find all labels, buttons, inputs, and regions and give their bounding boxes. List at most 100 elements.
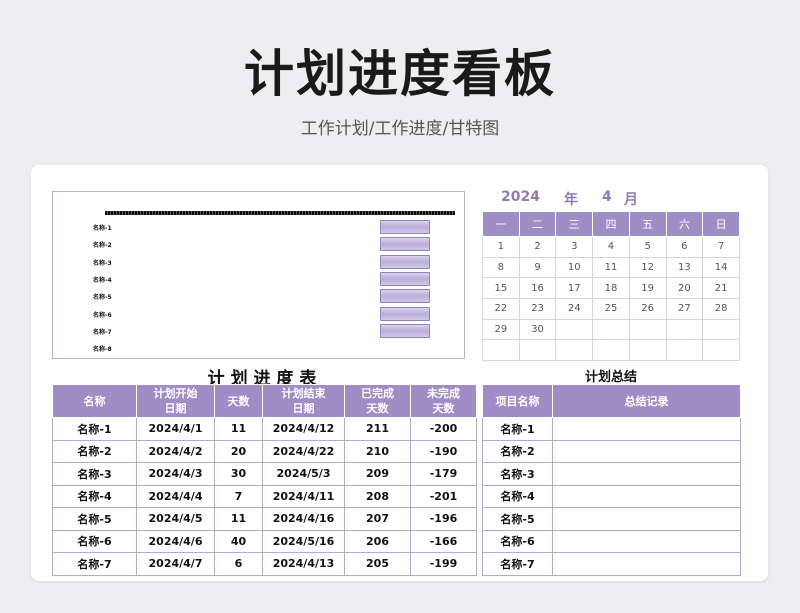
- calendar-day[interactable]: 17: [555, 277, 594, 299]
- plan-cell[interactable]: 205: [344, 552, 411, 576]
- plan-table-row: 名称-4 2024/4/4 7 2024/4/11 208 -201: [52, 484, 477, 508]
- calendar-day[interactable]: 27: [665, 297, 704, 320]
- plan-cell[interactable]: 207: [344, 507, 411, 531]
- plan-cell[interactable]: 名称-7: [52, 552, 137, 576]
- plan-cell[interactable]: 11: [214, 507, 263, 531]
- plan-cell[interactable]: 2024/4/1: [136, 417, 215, 441]
- plan-cell[interactable]: 2024/4/11: [262, 484, 345, 508]
- plan-cell[interactable]: 2024/4/22: [262, 439, 345, 463]
- plan-cell[interactable]: 2024/4/7: [136, 552, 215, 576]
- calendar-day[interactable]: 24: [555, 297, 594, 320]
- summary-record-cell[interactable]: [552, 462, 741, 486]
- plan-cell[interactable]: 210: [344, 439, 411, 463]
- calendar-day[interactable]: 26: [628, 297, 667, 320]
- plan-cell[interactable]: 11: [214, 417, 263, 441]
- calendar-day[interactable]: 19: [628, 277, 667, 299]
- summary-table-row: 名称-3: [482, 462, 741, 486]
- calendar-day[interactable]: 4: [592, 236, 630, 258]
- plan-cell[interactable]: 20: [214, 439, 263, 463]
- plan-cell[interactable]: 209: [344, 462, 411, 486]
- calendar-day: [555, 339, 594, 361]
- plan-cell[interactable]: -201: [410, 484, 477, 508]
- calendar-day[interactable]: 29: [482, 318, 520, 341]
- plan-cell[interactable]: 208: [344, 484, 411, 508]
- calendar-day[interactable]: 1: [482, 236, 520, 258]
- calendar-day[interactable]: 5: [628, 236, 667, 258]
- gantt-date-axis: [105, 211, 455, 215]
- calendar-day[interactable]: 6: [665, 236, 704, 258]
- plan-cell[interactable]: 2024/4/4: [136, 484, 215, 508]
- calendar-week-row: [482, 339, 740, 361]
- plan-cell[interactable]: 2024/4/13: [262, 552, 345, 576]
- plan-cell[interactable]: 2024/4/16: [262, 507, 345, 531]
- plan-cell[interactable]: 名称-5: [52, 507, 137, 531]
- plan-cell[interactable]: 2024/5/16: [262, 529, 345, 553]
- calendar-day[interactable]: 21: [702, 277, 740, 299]
- calendar-day[interactable]: 7: [702, 236, 740, 258]
- gantt-row-label: 名称-5: [93, 294, 112, 302]
- plan-cell[interactable]: 6: [214, 552, 263, 576]
- plan-cell[interactable]: 2024/4/12: [262, 417, 345, 441]
- calendar-day[interactable]: 23: [518, 297, 557, 320]
- calendar-year[interactable]: 2024: [501, 189, 540, 205]
- plan-cell[interactable]: 2024/4/3: [136, 462, 215, 486]
- plan-cell[interactable]: 206: [344, 529, 411, 553]
- summary-project-name[interactable]: 名称-5: [482, 507, 553, 531]
- summary-record-cell[interactable]: [552, 439, 741, 463]
- plan-cell[interactable]: -166: [410, 529, 477, 553]
- plan-cell[interactable]: 7: [214, 484, 263, 508]
- calendar-day[interactable]: 20: [665, 277, 704, 299]
- calendar-week-row: 22 23 24 25 26 27 28: [482, 297, 740, 320]
- summary-project-name[interactable]: 名称-3: [482, 462, 553, 486]
- calendar-day[interactable]: 18: [592, 277, 630, 299]
- plan-cell[interactable]: -199: [410, 552, 477, 576]
- summary-project-name[interactable]: 名称-4: [482, 484, 553, 508]
- calendar-day[interactable]: 3: [555, 236, 594, 258]
- summary-table-row: 名称-1: [482, 417, 741, 441]
- plan-cell[interactable]: 名称-4: [52, 484, 137, 508]
- calendar-day[interactable]: 16: [518, 277, 557, 299]
- summary-project-name[interactable]: 名称-6: [482, 529, 553, 553]
- summary-record-cell[interactable]: [552, 529, 741, 553]
- calendar-day[interactable]: 28: [702, 297, 740, 320]
- plan-cell[interactable]: 2024/4/6: [136, 529, 215, 553]
- calendar-day[interactable]: 2: [518, 236, 557, 258]
- plan-cell[interactable]: 名称-6: [52, 529, 137, 553]
- calendar-day[interactable]: 10: [555, 256, 594, 279]
- plan-cell[interactable]: -190: [410, 439, 477, 463]
- summary-project-name[interactable]: 名称-2: [482, 439, 553, 463]
- plan-table-row: 名称-7 2024/4/7 6 2024/4/13 205 -199: [52, 552, 477, 576]
- plan-cell[interactable]: -179: [410, 462, 477, 486]
- plan-cell[interactable]: 2024/4/2: [136, 439, 215, 463]
- plan-cell[interactable]: 2024/5/3: [262, 462, 345, 486]
- calendar-day[interactable]: 8: [482, 256, 520, 279]
- summary-project-name[interactable]: 名称-7: [482, 552, 553, 576]
- summary-record-cell[interactable]: [552, 484, 741, 508]
- calendar-day[interactable]: 25: [592, 297, 630, 320]
- calendar-day[interactable]: 30: [518, 318, 557, 341]
- plan-cell[interactable]: 名称-3: [52, 462, 137, 486]
- summary-record-cell[interactable]: [552, 417, 741, 441]
- calendar-day[interactable]: 22: [482, 297, 520, 320]
- calendar-day[interactable]: 9: [518, 256, 557, 279]
- calendar-day[interactable]: 14: [702, 256, 740, 279]
- calendar-day[interactable]: 13: [665, 256, 704, 279]
- plan-cell[interactable]: 名称-2: [52, 439, 137, 463]
- plan-cell[interactable]: 211: [344, 417, 411, 441]
- plan-cell[interactable]: 2024/4/5: [136, 507, 215, 531]
- calendar-day[interactable]: 12: [628, 256, 667, 279]
- summary-project-name[interactable]: 名称-1: [482, 417, 553, 441]
- plan-cell[interactable]: 40: [214, 529, 263, 553]
- gantt-row-label: 名称-8: [93, 346, 112, 354]
- calendar-day: [592, 318, 630, 341]
- summary-record-cell[interactable]: [552, 552, 741, 576]
- plan-cell[interactable]: -196: [410, 507, 477, 531]
- calendar-day[interactable]: 15: [482, 277, 520, 299]
- calendar-day[interactable]: 11: [592, 256, 630, 279]
- plan-cell[interactable]: 名称-1: [52, 417, 137, 441]
- plan-table-row: 名称-3 2024/4/3 30 2024/5/3 209 -179: [52, 462, 477, 486]
- plan-cell[interactable]: 30: [214, 462, 263, 486]
- calendar-month[interactable]: 4: [602, 189, 612, 205]
- plan-cell[interactable]: -200: [410, 417, 477, 441]
- summary-record-cell[interactable]: [552, 507, 741, 531]
